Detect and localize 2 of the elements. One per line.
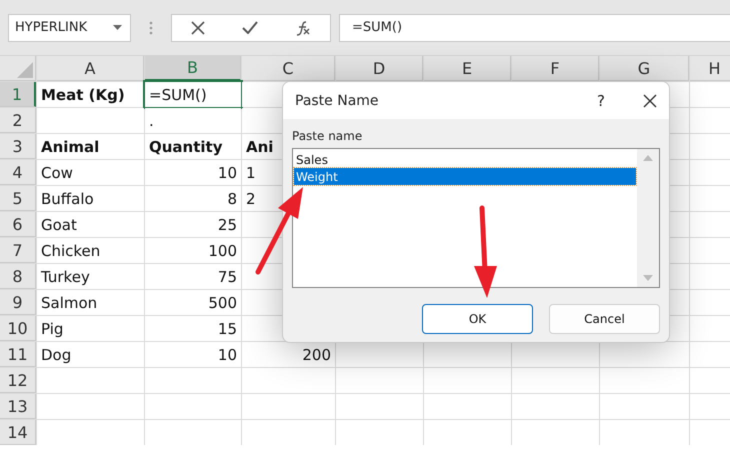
dialog-title: Paste Name <box>295 92 380 108</box>
list-label: Paste name <box>292 129 364 143</box>
